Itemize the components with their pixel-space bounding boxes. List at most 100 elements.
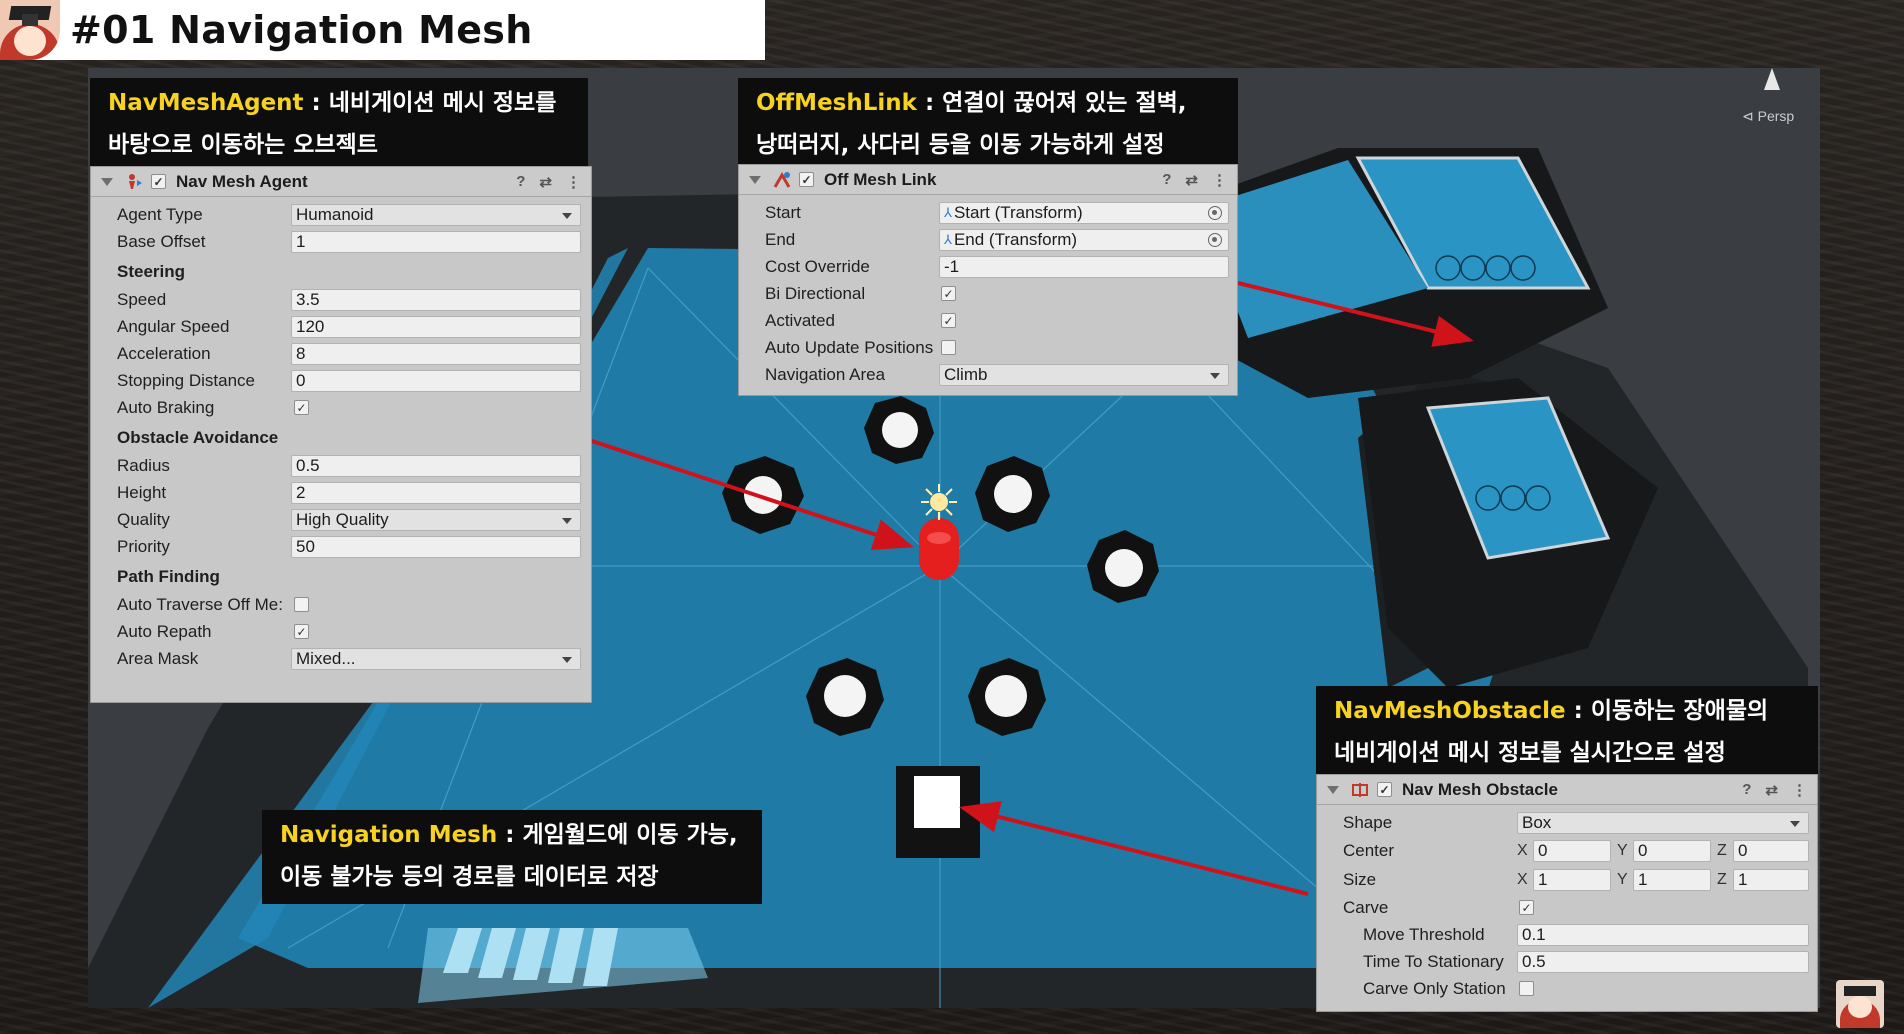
end-object-field[interactable]: ⅄ End (Transform) xyxy=(939,228,1229,251)
persp-label[interactable]: ⊲ Persp xyxy=(1742,108,1794,125)
nav-mesh-agent-panel: ✓ Nav Mesh Agent ? ⇄ ⋮ Agent Type Humano… xyxy=(90,166,592,703)
quality-dropdown[interactable]: High Quality xyxy=(291,508,581,531)
preset-icon[interactable]: ⇄ xyxy=(1765,781,1778,799)
size-label: Size xyxy=(1343,869,1377,889)
scene-gizmo-icon[interactable] xyxy=(1764,68,1780,90)
shape-dropdown[interactable]: Box xyxy=(1517,811,1809,834)
auto-update-checkbox[interactable] xyxy=(941,340,956,355)
activated-checkbox[interactable]: ✓ xyxy=(941,313,956,328)
move-threshold-label: Move Threshold xyxy=(1363,924,1485,944)
base-offset-field[interactable]: 1 xyxy=(291,230,581,253)
carve-label: Carve xyxy=(1343,897,1389,917)
object-picker-icon[interactable] xyxy=(1208,205,1222,220)
caption-offmeshlink: OffMeshLink : 연결이 끊어져 있는 절벽, 낭떠러지, 사다리 등… xyxy=(738,78,1238,166)
speed-label: Speed xyxy=(117,289,167,309)
menu-icon[interactable]: ⋮ xyxy=(566,173,581,191)
nav-mesh-obstacle-icon xyxy=(1351,781,1369,799)
size-x-field[interactable]: 1 xyxy=(1533,868,1611,891)
navigation-area-dropdown[interactable]: Climb xyxy=(939,363,1229,386)
help-icon[interactable]: ? xyxy=(1162,171,1171,189)
dropdown-arrow-icon xyxy=(1210,372,1220,379)
object-picker-icon[interactable] xyxy=(1208,232,1222,247)
auto-traverse-checkbox[interactable] xyxy=(294,597,309,612)
agent-type-value: Humanoid xyxy=(296,204,374,224)
stopping-distance-field[interactable]: 0 xyxy=(291,369,581,392)
auto-braking-label: Auto Braking xyxy=(117,397,215,417)
cost-override-label: Cost Override xyxy=(765,256,870,276)
dropdown-arrow-icon xyxy=(562,656,572,663)
center-z[interactable]: Z0 xyxy=(1717,839,1809,862)
bi-directional-checkbox[interactable]: ✓ xyxy=(941,286,956,301)
caption-offmesh-line2: 낭떠러지, 사다리 등을 이동 가능하게 설정 xyxy=(756,132,1165,158)
priority-field[interactable]: 50 xyxy=(291,535,581,558)
caption-navmeshagent: NavMeshAgent : 네비게이션 메시 정보를 바탕으로 이동하는 오브… xyxy=(90,78,588,168)
center-y[interactable]: Y0 xyxy=(1617,839,1711,862)
center-z-field[interactable]: 0 xyxy=(1733,839,1809,862)
size-z-field[interactable]: 1 xyxy=(1733,868,1809,891)
carve-checkbox[interactable]: ✓ xyxy=(1519,900,1534,915)
carve-only-stationary-label: Carve Only Station xyxy=(1363,978,1506,998)
quality-value: High Quality xyxy=(296,509,389,529)
axis-x-label: X xyxy=(1517,870,1528,888)
nav-mesh-agent-header[interactable]: ✓ Nav Mesh Agent ? ⇄ ⋮ xyxy=(91,167,591,197)
radius-field[interactable]: 0.5 xyxy=(291,454,581,477)
center-x-field[interactable]: 0 xyxy=(1533,839,1611,862)
caption-agent-line2: 바탕으로 이동하는 오브젝트 xyxy=(108,132,378,158)
steering-section: Steering xyxy=(117,262,186,281)
caption-obstacle-line2: 네비게이션 메시 정보를 실시간으로 설정 xyxy=(1334,740,1726,766)
caption-agent-highlight: NavMeshAgent xyxy=(108,90,304,116)
time-to-stationary-field[interactable]: 0.5 xyxy=(1517,950,1809,973)
stopping-distance-label: Stopping Distance xyxy=(117,370,255,390)
foldout-arrow-icon[interactable] xyxy=(1327,785,1339,794)
dropdown-arrow-icon xyxy=(1790,820,1800,827)
caption-navigation-mesh: Navigation Mesh : 게임월드에 이동 가능, 이동 불가능 등의… xyxy=(262,810,762,904)
move-threshold-field[interactable]: 0.1 xyxy=(1517,923,1809,946)
foldout-arrow-icon[interactable] xyxy=(749,175,761,184)
start-value: Start (Transform) xyxy=(953,202,1083,222)
caption-obstacle-line1: : 이동하는 장애물의 xyxy=(1565,698,1769,724)
agent-type-dropdown[interactable]: Humanoid xyxy=(291,203,581,226)
channel-avatar-icon xyxy=(1836,980,1884,1028)
center-y-field[interactable]: 0 xyxy=(1633,839,1711,862)
size-y-field[interactable]: 1 xyxy=(1633,868,1711,891)
component-enabled-checkbox[interactable]: ✓ xyxy=(151,174,166,189)
transform-icon: ⅄ xyxy=(944,204,952,220)
caption-navmesh-highlight: Navigation Mesh xyxy=(280,822,498,848)
auto-repath-checkbox[interactable]: ✓ xyxy=(294,624,309,639)
auto-update-label: Auto Update Positions xyxy=(765,337,934,357)
start-label: Start xyxy=(765,202,801,222)
speed-field[interactable]: 3.5 xyxy=(291,288,581,311)
nav-mesh-obstacle-header[interactable]: ✓ Nav Mesh Obstacle ? ⇄ ⋮ xyxy=(1317,775,1817,805)
preset-icon[interactable]: ⇄ xyxy=(1185,171,1198,189)
help-icon[interactable]: ? xyxy=(1742,781,1751,799)
menu-icon[interactable]: ⋮ xyxy=(1792,781,1807,799)
carve-only-stationary-checkbox[interactable] xyxy=(1519,981,1534,996)
size-y[interactable]: Y1 xyxy=(1617,868,1711,891)
acceleration-field[interactable]: 8 xyxy=(291,342,581,365)
center-label: Center xyxy=(1343,840,1395,860)
cost-override-field[interactable]: -1 xyxy=(939,255,1229,278)
end-label: End xyxy=(765,229,796,249)
menu-icon[interactable]: ⋮ xyxy=(1212,171,1227,189)
center-x[interactable]: X0 xyxy=(1517,839,1611,862)
off-mesh-link-header[interactable]: ✓ Off Mesh Link ? ⇄ ⋮ xyxy=(739,165,1237,195)
navigation-area-label: Navigation Area xyxy=(765,364,886,384)
help-icon[interactable]: ? xyxy=(516,173,525,191)
preset-icon[interactable]: ⇄ xyxy=(539,173,552,191)
bi-directional-label: Bi Directional xyxy=(765,283,866,303)
height-field[interactable]: 2 xyxy=(291,481,581,504)
size-z[interactable]: Z1 xyxy=(1717,868,1809,891)
start-object-field[interactable]: ⅄ Start (Transform) xyxy=(939,201,1229,224)
area-mask-dropdown[interactable]: Mixed... xyxy=(291,647,581,670)
area-mask-label: Area Mask xyxy=(117,648,199,668)
caption-navmesh-line1: : 게임월드에 이동 가능, xyxy=(497,822,738,848)
foldout-arrow-icon[interactable] xyxy=(101,177,113,186)
dropdown-arrow-icon xyxy=(562,212,572,219)
time-to-stationary-label: Time To Stationary xyxy=(1363,951,1504,971)
component-enabled-checkbox[interactable]: ✓ xyxy=(1377,782,1392,797)
auto-braking-checkbox[interactable]: ✓ xyxy=(294,400,309,415)
size-x[interactable]: X1 xyxy=(1517,868,1611,891)
angular-speed-field[interactable]: 120 xyxy=(291,315,581,338)
component-enabled-checkbox[interactable]: ✓ xyxy=(799,172,814,187)
end-value: End (Transform) xyxy=(953,229,1078,249)
